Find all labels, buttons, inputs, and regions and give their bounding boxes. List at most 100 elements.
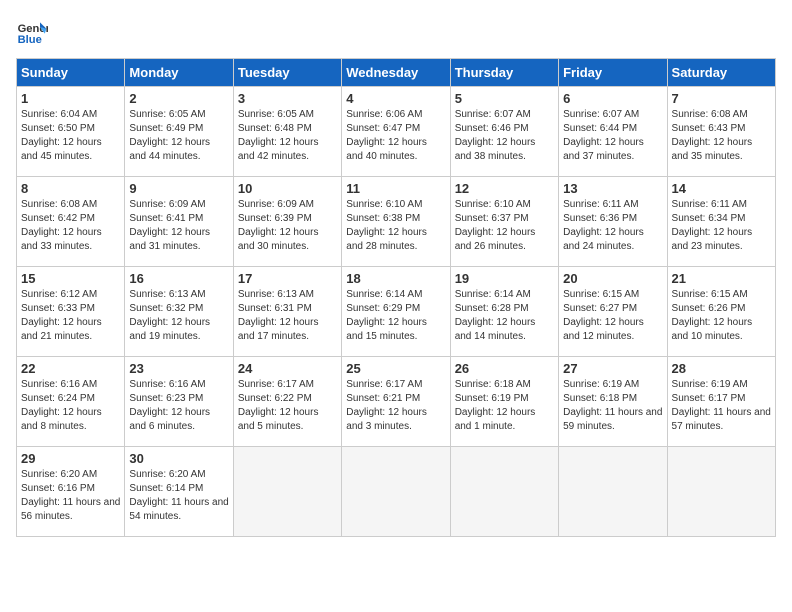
day-number: 30 (129, 451, 228, 466)
day-number: 21 (672, 271, 771, 286)
weekday-header-friday: Friday (559, 59, 667, 87)
calendar-cell: 17 Sunrise: 6:13 AM Sunset: 6:31 PM Dayli… (233, 267, 341, 357)
day-number: 18 (346, 271, 445, 286)
day-number: 25 (346, 361, 445, 376)
day-number: 24 (238, 361, 337, 376)
calendar-cell: 22 Sunrise: 6:16 AM Sunset: 6:24 PM Dayli… (17, 357, 125, 447)
calendar-cell: 3 Sunrise: 6:05 AM Sunset: 6:48 PM Daylig… (233, 87, 341, 177)
calendar-cell: 15 Sunrise: 6:12 AM Sunset: 6:33 PM Dayli… (17, 267, 125, 357)
day-number: 15 (21, 271, 120, 286)
day-number: 28 (672, 361, 771, 376)
page-header: General Blue (16, 16, 776, 48)
day-info: Sunrise: 6:20 AM Sunset: 6:16 PM Dayligh… (21, 468, 120, 524)
calendar-cell: 6 Sunrise: 6:07 AM Sunset: 6:44 PM Daylig… (559, 87, 667, 177)
day-number: 16 (129, 271, 228, 286)
day-info: Sunrise: 6:19 AM Sunset: 6:18 PM Dayligh… (563, 378, 662, 434)
day-info: Sunrise: 6:11 AM Sunset: 6:34 PM Dayligh… (672, 198, 771, 254)
svg-text:Blue: Blue (18, 34, 42, 46)
calendar-cell: 1 Sunrise: 6:04 AM Sunset: 6:50 PM Daylig… (17, 87, 125, 177)
calendar-cell: 18 Sunrise: 6:14 AM Sunset: 6:29 PM Dayli… (342, 267, 450, 357)
day-number: 7 (672, 91, 771, 106)
week-row-2: 8 Sunrise: 6:08 AM Sunset: 6:42 PM Daylig… (17, 177, 776, 267)
day-info: Sunrise: 6:13 AM Sunset: 6:31 PM Dayligh… (238, 288, 337, 344)
weekday-header-tuesday: Tuesday (233, 59, 341, 87)
day-number: 10 (238, 181, 337, 196)
calendar-cell: 13Sunrise: 6:11 AM Sunset: 6:36 PM Dayli… (559, 177, 667, 267)
calendar-cell: 12Sunrise: 6:10 AM Sunset: 6:37 PM Dayli… (450, 177, 558, 267)
calendar-cell: 29 Sunrise: 6:20 AM Sunset: 6:16 PM Dayli… (17, 447, 125, 537)
week-row-5: 29 Sunrise: 6:20 AM Sunset: 6:16 PM Dayli… (17, 447, 776, 537)
day-info: Sunrise: 6:17 AM Sunset: 6:21 PM Dayligh… (346, 378, 445, 434)
weekday-header-wednesday: Wednesday (342, 59, 450, 87)
day-number: 14 (672, 181, 771, 196)
day-info: Sunrise: 6:20 AM Sunset: 6:14 PM Dayligh… (129, 468, 228, 524)
day-number: 1 (21, 91, 120, 106)
day-number: 8 (21, 181, 120, 196)
day-number: 6 (563, 91, 662, 106)
day-info: Sunrise: 6:12 AM Sunset: 6:33 PM Dayligh… (21, 288, 120, 344)
day-number: 5 (455, 91, 554, 106)
calendar-cell: 9 Sunrise: 6:09 AM Sunset: 6:41 PM Daylig… (125, 177, 233, 267)
calendar-cell: 26Sunrise: 6:18 AM Sunset: 6:19 PM Dayli… (450, 357, 558, 447)
week-row-1: 1 Sunrise: 6:04 AM Sunset: 6:50 PM Daylig… (17, 87, 776, 177)
calendar-cell: 21 Sunrise: 6:15 AM Sunset: 6:26 PM Dayli… (667, 267, 775, 357)
day-info: Sunrise: 6:17 AM Sunset: 6:22 PM Dayligh… (238, 378, 337, 434)
calendar-cell (667, 447, 775, 537)
calendar-cell: 20 Sunrise: 6:15 AM Sunset: 6:27 PM Dayli… (559, 267, 667, 357)
calendar-cell: 14 Sunrise: 6:11 AM Sunset: 6:34 PM Dayli… (667, 177, 775, 267)
calendar-cell: 19 Sunrise: 6:14 AM Sunset: 6:28 PM Dayli… (450, 267, 558, 357)
day-info: Sunrise: 6:15 AM Sunset: 6:26 PM Dayligh… (672, 288, 771, 344)
day-number: 19 (455, 271, 554, 286)
calendar-cell: 5Sunrise: 6:07 AM Sunset: 6:46 PM Daylig… (450, 87, 558, 177)
day-number: 20 (563, 271, 662, 286)
day-number: 27 (563, 361, 662, 376)
day-info: Sunrise: 6:19 AM Sunset: 6:17 PM Dayligh… (672, 378, 771, 434)
day-number: 2 (129, 91, 228, 106)
day-info: Sunrise: 6:11 AM Sunset: 6:36 PM Dayligh… (563, 198, 662, 254)
calendar-cell: 28 Sunrise: 6:19 AM Sunset: 6:17 PM Dayli… (667, 357, 775, 447)
day-info: Sunrise: 6:13 AM Sunset: 6:32 PM Dayligh… (129, 288, 228, 344)
day-info: Sunrise: 6:09 AM Sunset: 6:41 PM Dayligh… (129, 198, 228, 254)
calendar-cell: 4 Sunrise: 6:06 AM Sunset: 6:47 PM Daylig… (342, 87, 450, 177)
calendar-cell: 11Sunrise: 6:10 AM Sunset: 6:38 PM Dayli… (342, 177, 450, 267)
day-info: Sunrise: 6:07 AM Sunset: 6:44 PM Dayligh… (563, 108, 662, 164)
calendar-cell: 8 Sunrise: 6:08 AM Sunset: 6:42 PM Daylig… (17, 177, 125, 267)
day-number: 26 (455, 361, 554, 376)
day-number: 17 (238, 271, 337, 286)
logo: General Blue (16, 16, 52, 48)
day-number: 29 (21, 451, 120, 466)
day-info: Sunrise: 6:06 AM Sunset: 6:47 PM Dayligh… (346, 108, 445, 164)
calendar-cell: 10 Sunrise: 6:09 AM Sunset: 6:39 PM Dayli… (233, 177, 341, 267)
day-info: Sunrise: 6:14 AM Sunset: 6:28 PM Dayligh… (455, 288, 554, 344)
weekday-header-saturday: Saturday (667, 59, 775, 87)
day-info: Sunrise: 6:04 AM Sunset: 6:50 PM Dayligh… (21, 108, 120, 164)
day-info: Sunrise: 6:16 AM Sunset: 6:23 PM Dayligh… (129, 378, 228, 434)
day-info: Sunrise: 6:14 AM Sunset: 6:29 PM Dayligh… (346, 288, 445, 344)
day-number: 4 (346, 91, 445, 106)
calendar-cell: 2 Sunrise: 6:05 AM Sunset: 6:49 PM Daylig… (125, 87, 233, 177)
day-info: Sunrise: 6:05 AM Sunset: 6:49 PM Dayligh… (129, 108, 228, 164)
day-info: Sunrise: 6:05 AM Sunset: 6:48 PM Dayligh… (238, 108, 337, 164)
day-info: Sunrise: 6:08 AM Sunset: 6:42 PM Dayligh… (21, 198, 120, 254)
day-number: 9 (129, 181, 228, 196)
day-info: Sunrise: 6:08 AM Sunset: 6:43 PM Dayligh… (672, 108, 771, 164)
day-number: 3 (238, 91, 337, 106)
calendar-cell (559, 447, 667, 537)
calendar-cell (450, 447, 558, 537)
day-info: Sunrise: 6:15 AM Sunset: 6:27 PM Dayligh… (563, 288, 662, 344)
calendar-cell: 25 Sunrise: 6:17 AM Sunset: 6:21 PM Dayli… (342, 357, 450, 447)
day-info: Sunrise: 6:10 AM Sunset: 6:38 PM Dayligh… (346, 198, 445, 254)
week-row-3: 15 Sunrise: 6:12 AM Sunset: 6:33 PM Dayli… (17, 267, 776, 357)
calendar-table: SundayMondayTuesdayWednesdayThursdayFrid… (16, 58, 776, 537)
day-info: Sunrise: 6:09 AM Sunset: 6:39 PM Dayligh… (238, 198, 337, 254)
weekday-header-sunday: Sunday (17, 59, 125, 87)
calendar-cell: 30 Sunrise: 6:20 AM Sunset: 6:14 PM Dayli… (125, 447, 233, 537)
calendar-cell (233, 447, 341, 537)
logo-icon: General Blue (16, 16, 48, 48)
calendar-cell: 7 Sunrise: 6:08 AM Sunset: 6:43 PM Daylig… (667, 87, 775, 177)
calendar-cell: 27 Sunrise: 6:19 AM Sunset: 6:18 PM Dayli… (559, 357, 667, 447)
day-number: 22 (21, 361, 120, 376)
day-number: 12 (455, 181, 554, 196)
day-info: Sunrise: 6:16 AM Sunset: 6:24 PM Dayligh… (21, 378, 120, 434)
week-row-4: 22 Sunrise: 6:16 AM Sunset: 6:24 PM Dayli… (17, 357, 776, 447)
